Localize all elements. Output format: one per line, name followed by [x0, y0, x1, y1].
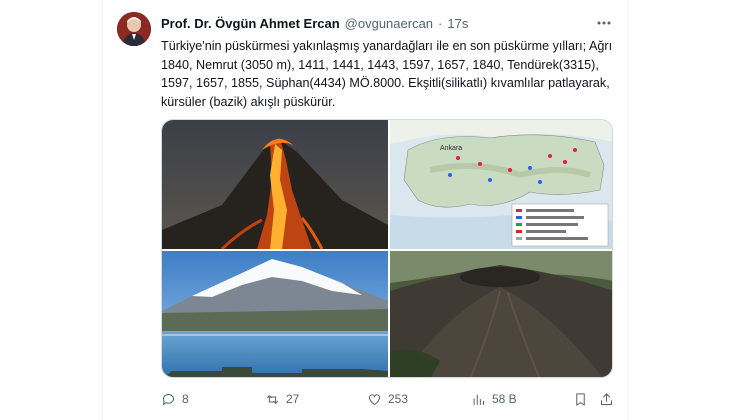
reply-count: 8: [182, 392, 189, 406]
tweet-header: Prof. Dr. Övgün Ahmet Ercan @ovgunaercan…: [161, 14, 615, 32]
tweet-actions: 8 27 253 58 B: [161, 388, 613, 410]
more-dots-icon[interactable]: [593, 14, 615, 32]
author-name[interactable]: Prof. Dr. Övgün Ahmet Ercan: [161, 16, 340, 31]
media-volcano-eruption[interactable]: [162, 120, 388, 249]
heart-icon: [369, 393, 380, 405]
views-count: 58 B: [492, 392, 517, 406]
tweet-card[interactable]: Prof. Dr. Övgün Ahmet Ercan @ovgunaercan…: [102, 0, 628, 420]
media-volcano-map[interactable]: Ankara: [390, 120, 612, 249]
map-city-label: Ankara: [440, 145, 462, 152]
views-button[interactable]: 58 B: [471, 392, 517, 407]
reply-button[interactable]: 8: [161, 392, 189, 407]
like-button[interactable]: 253: [367, 392, 408, 407]
tweet-text: Türkiye'nin püskürmesi yakınlaşmış yanar…: [161, 39, 613, 109]
retweet-icon: [267, 394, 278, 404]
reply-icon: [162, 393, 174, 405]
separator-dot: ·: [438, 15, 443, 31]
retweet-button[interactable]: 27: [265, 392, 299, 407]
timestamp[interactable]: 17s: [447, 16, 468, 31]
media-grid: Ankara: [161, 119, 613, 378]
bookmark-button[interactable]: [573, 392, 594, 407]
views-chart-icon: [473, 394, 484, 405]
avatar[interactable]: [117, 12, 151, 46]
media-snowy-mountain[interactable]: [162, 251, 388, 377]
retweet-count: 27: [286, 392, 300, 406]
author-handle[interactable]: @ovgunaercan: [345, 16, 433, 31]
share-icon: [601, 392, 612, 405]
media-volcano-crater[interactable]: [390, 251, 612, 377]
share-button[interactable]: [599, 392, 620, 407]
avatar-image: [117, 12, 151, 46]
bookmark-icon: [576, 392, 585, 406]
like-count: 253: [388, 392, 409, 406]
